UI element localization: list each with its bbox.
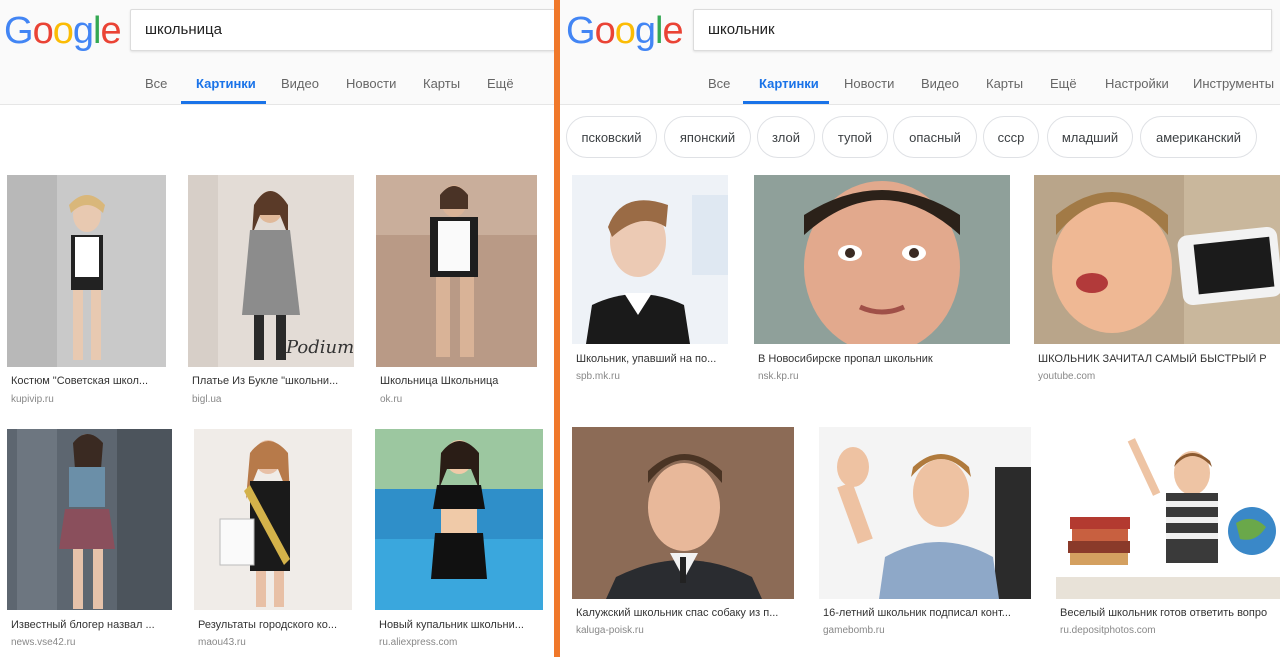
image-result[interactable]: Калужский школьник спас собаку из п... k… — [572, 427, 795, 657]
image-result[interactable]: Podium Платье Из Букле "школьни... bigl.… — [188, 175, 354, 405]
tab-all[interactable]: Все — [708, 76, 730, 91]
result-caption[interactable]: В Новосибирске пропал школьник — [758, 353, 1008, 365]
result-source: ok.ru — [380, 394, 403, 405]
left-search-panel: Google Все Картинки Видео Новости Карты … — [0, 0, 554, 657]
active-tab-indicator — [181, 101, 266, 104]
result-caption[interactable]: ШКОЛЬНИК ЗАЧИТАЛ САМЫЙ БЫСТРЫЙ Р — [1038, 353, 1280, 365]
result-source: ru.aliexpress.com — [379, 637, 458, 648]
result-caption[interactable]: Веселый школьник готов ответить вопро — [1060, 607, 1280, 619]
google-logo[interactable]: Google — [566, 10, 684, 53]
tab-news[interactable]: Новости — [346, 76, 396, 91]
search-input[interactable] — [145, 21, 445, 38]
result-thumbnail[interactable] — [194, 429, 352, 610]
image-result[interactable]: ШКОЛЬНИК ЗАЧИТАЛ САМЫЙ БЫСТРЫЙ Р youtube… — [1034, 175, 1280, 390]
search-tabs: Все Картинки Новости Видео Карты Ещё Нас… — [560, 72, 1280, 104]
tab-video[interactable]: Видео — [921, 76, 959, 91]
chip-amerikansky[interactable]: американский — [1140, 116, 1257, 158]
result-thumbnail[interactable] — [1034, 175, 1280, 344]
result-caption[interactable]: Новый купальник школьни... — [379, 619, 537, 631]
image-result[interactable]: В Новосибирске пропал школьник nsk.kp.ru — [754, 175, 1011, 390]
tab-settings[interactable]: Настройки — [1105, 76, 1169, 91]
watermark-text: Podium — [286, 337, 354, 358]
chip-pskovsky[interactable]: псковский — [566, 116, 657, 158]
google-logo[interactable]: Google — [4, 10, 122, 53]
image-result[interactable]: Школьник, упавший на по... spb.mk.ru — [572, 175, 729, 390]
result-caption[interactable]: Школьница Школьница — [380, 375, 530, 387]
chip-opasny[interactable]: опасный — [893, 116, 977, 158]
chip-mladshy[interactable]: младший — [1047, 116, 1133, 158]
result-thumbnail[interactable] — [7, 175, 166, 367]
result-caption[interactable]: Результаты городского ко... — [198, 619, 348, 631]
result-caption[interactable]: Известный блогер назвал ... — [11, 619, 166, 631]
result-caption[interactable]: Калужский школьник спас собаку из п... — [576, 607, 791, 619]
result-thumbnail[interactable] — [572, 175, 728, 344]
result-source: gamebomb.ru — [823, 625, 885, 636]
tab-images[interactable]: Картинки — [759, 76, 819, 91]
result-source: nsk.kp.ru — [758, 371, 799, 382]
result-thumbnail[interactable] — [376, 175, 537, 367]
image-result[interactable]: Известный блогер назвал ... news.vse42.r… — [7, 429, 173, 657]
result-source: kaluga-poisk.ru — [576, 625, 644, 636]
tab-more[interactable]: Ещё — [487, 76, 514, 91]
tab-tools[interactable]: Инструменты — [1193, 76, 1274, 91]
result-source: ru.depositphotos.com — [1060, 625, 1156, 636]
image-result[interactable]: 16-летний школьник подписал конт... game… — [819, 427, 1031, 657]
image-result[interactable]: Костюм "Советская школ... kupivip.ru — [7, 175, 167, 405]
chip-yaponsky[interactable]: японский — [664, 116, 751, 158]
result-caption[interactable]: 16-летний школьник подписал конт... — [823, 607, 1028, 619]
tab-video[interactable]: Видео — [281, 76, 319, 91]
result-source: maou43.ru — [198, 637, 246, 648]
header-bar: Google Все Картинки Новости Видео Карты … — [560, 0, 1280, 105]
result-source: kupivip.ru — [11, 394, 54, 405]
chip-sssr[interactable]: ссср — [983, 116, 1039, 158]
result-thumbnail[interactable]: Podium — [188, 175, 354, 367]
result-source: spb.mk.ru — [576, 371, 620, 382]
result-caption[interactable]: Платье Из Букле "школьни... — [192, 375, 342, 387]
result-source: news.vse42.ru — [11, 637, 76, 648]
header-bar: Google Все Картинки Видео Новости Карты … — [0, 0, 554, 105]
tab-images[interactable]: Картинки — [196, 76, 256, 91]
result-caption[interactable]: Костюм "Советская школ... — [11, 375, 161, 387]
result-thumbnail[interactable] — [1056, 427, 1280, 599]
tab-maps[interactable]: Карты — [986, 76, 1023, 91]
image-result[interactable]: Веселый школьник готов ответить вопро ru… — [1056, 427, 1280, 657]
result-thumbnail[interactable] — [572, 427, 794, 599]
result-thumbnail[interactable] — [375, 429, 543, 610]
tab-maps[interactable]: Карты — [423, 76, 460, 91]
image-result[interactable]: Новый купальник школьни... ru.aliexpress… — [375, 429, 543, 657]
search-box[interactable] — [693, 9, 1272, 51]
right-search-panel: Google Все Картинки Новости Видео Карты … — [560, 0, 1280, 657]
result-thumbnail[interactable] — [7, 429, 172, 610]
result-thumbnail[interactable] — [754, 175, 1010, 344]
result-source: bigl.ua — [192, 394, 222, 405]
result-source: youtube.com — [1038, 371, 1096, 382]
search-box[interactable] — [130, 9, 554, 51]
tab-news[interactable]: Новости — [844, 76, 894, 91]
chip-tupoy[interactable]: тупой — [822, 116, 888, 158]
active-tab-indicator — [743, 101, 829, 104]
result-caption[interactable]: Школьник, упавший на по... — [576, 353, 726, 365]
image-result[interactable]: Школьница Школьница ok.ru — [376, 175, 538, 405]
tab-all[interactable]: Все — [145, 76, 167, 91]
result-thumbnail[interactable] — [819, 427, 1031, 599]
chip-zloy[interactable]: злой — [757, 116, 815, 158]
search-tabs: Все Картинки Видео Новости Карты Ещё — [0, 72, 554, 104]
image-result[interactable]: Результаты городского ко... maou43.ru — [194, 429, 352, 657]
search-input[interactable] — [708, 21, 1008, 38]
tab-more[interactable]: Ещё — [1050, 76, 1077, 91]
